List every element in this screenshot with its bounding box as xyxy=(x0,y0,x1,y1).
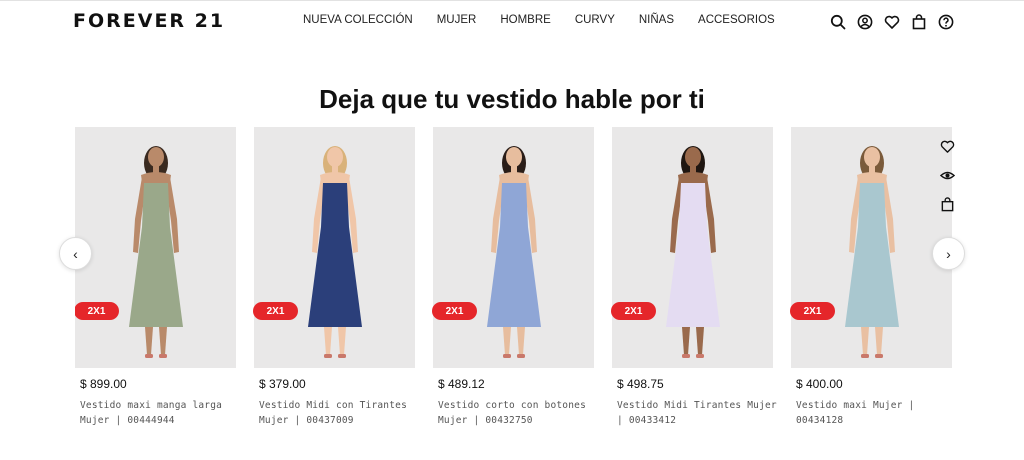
product-image[interactable] xyxy=(75,127,236,368)
wishlist-icon[interactable] xyxy=(883,13,901,31)
product-price: $ 379.00 xyxy=(259,377,306,391)
add-to-bag-icon[interactable] xyxy=(938,195,956,213)
nav-item-ninas[interactable]: NIÑAS xyxy=(639,14,674,26)
model-figure xyxy=(666,146,720,358)
section-title: Deja que tu vestido hable por ti xyxy=(319,84,705,114)
product-card[interactable]: 2X1 $ 899.00 Vestido maxi manga larga Mu… xyxy=(75,127,236,437)
product-card[interactable]: 2X1 $ 498.75 Vestido Midi Tirantes Mujer… xyxy=(611,127,777,437)
promo-badge: 2X1 xyxy=(790,302,835,320)
nav-item-curvy[interactable]: CURVY xyxy=(575,14,615,26)
product-description[interactable]: Vestido Midi con Tirantes Mujer | 004370… xyxy=(259,398,419,428)
nav-item-hombre[interactable]: HOMBRE xyxy=(500,14,550,26)
product-image[interactable] xyxy=(254,127,415,368)
product-description[interactable]: Vestido Midi Tirantes Mujer | 00433412 xyxy=(617,398,777,428)
nav-item-accesorios[interactable]: ACCESORIOS xyxy=(698,14,775,26)
product-price: $ 899.00 xyxy=(80,377,127,391)
site-header: FOREVER 21 NUEVA COLECCIÓN MUJER HOMBRE … xyxy=(0,1,1024,41)
product-description[interactable]: Vestido corto con botones Mujer | 004327… xyxy=(438,398,598,428)
help-icon[interactable] xyxy=(937,13,955,31)
product-description[interactable]: Vestido maxi manga larga Mujer | 0044494… xyxy=(80,398,240,428)
promo-badge: 2X1 xyxy=(253,302,298,320)
nav-item-mujer[interactable]: MUJER xyxy=(437,14,477,26)
promo-badge: 2X1 xyxy=(611,302,656,320)
carousel-prev-button[interactable]: ‹ xyxy=(59,237,92,270)
promo-badge: 2X1 xyxy=(75,302,119,320)
model-figure xyxy=(308,146,362,358)
nav-item-nueva-coleccion[interactable]: NUEVA COLECCIÓN xyxy=(303,14,413,26)
product-image[interactable] xyxy=(791,127,952,368)
wishlist-icon[interactable] xyxy=(938,137,956,155)
product-price: $ 400.00 xyxy=(796,377,843,391)
product-card[interactable]: 2X1 $ 379.00 Vestido Midi con Tirantes M… xyxy=(253,127,415,437)
quick-view-icon[interactable] xyxy=(938,166,956,184)
model-figure xyxy=(845,146,899,358)
product-image[interactable] xyxy=(433,127,594,368)
model-figure xyxy=(129,146,183,358)
product-image[interactable] xyxy=(612,127,773,368)
header-icons xyxy=(829,13,955,31)
product-price: $ 498.75 xyxy=(617,377,664,391)
search-icon[interactable] xyxy=(829,13,847,31)
product-card[interactable]: 2X1 $ 489.12 Vestido corto con botones M… xyxy=(432,127,594,437)
product-quick-actions xyxy=(938,137,956,213)
product-description[interactable]: Vestido maxi Mujer | 00434128 xyxy=(796,398,955,428)
account-icon[interactable] xyxy=(856,13,874,31)
product-price: $ 489.12 xyxy=(438,377,485,391)
carousel-next-button[interactable]: › xyxy=(932,237,965,270)
model-figure xyxy=(487,146,541,358)
product-carousel: 2X1 $ 899.00 Vestido maxi manga larga Mu… xyxy=(75,127,955,437)
bag-icon[interactable] xyxy=(910,13,928,31)
product-card[interactable]: 2X1 $ 400.00 Vestido maxi Mujer | 004341… xyxy=(790,127,955,437)
promo-badge: 2X1 xyxy=(432,302,477,320)
brand-logo[interactable]: FOREVER 21 xyxy=(73,10,225,32)
main-nav: NUEVA COLECCIÓN MUJER HOMBRE CURVY NIÑAS… xyxy=(303,14,799,26)
